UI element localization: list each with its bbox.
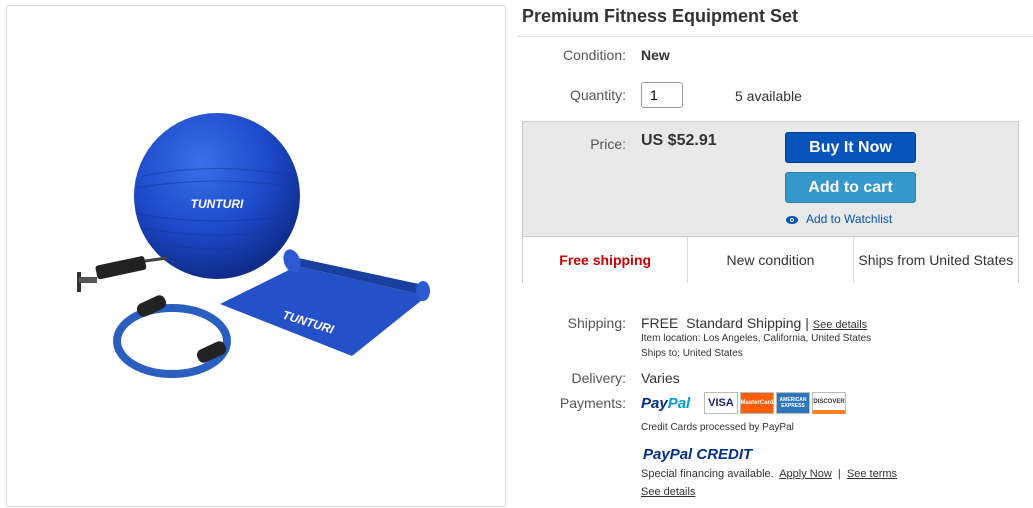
shipping-separator: | — [805, 315, 809, 331]
see-terms-link[interactable]: See terms — [847, 468, 897, 480]
amex-card-icon: AMERICAN EXPRESS — [776, 392, 810, 414]
shipping-free: FREE — [641, 315, 679, 331]
apply-now-link[interactable]: Apply Now — [779, 468, 832, 480]
paypal-credit-logo: PayPal CREDIT — [643, 446, 752, 463]
payments-label: Payments: — [559, 395, 626, 411]
highlights-bar: Free shipping New condition Ships from U… — [523, 236, 1018, 283]
ships-to: Ships to: United States — [641, 348, 743, 359]
card-logos: VISA MasterCard AMERICAN EXPRESS DISCOVE… — [704, 392, 846, 414]
buy-it-now-button[interactable]: Buy It Now — [785, 132, 916, 163]
quantity-available: 5 available — [735, 88, 802, 104]
paypal-credit-word: CREDIT — [696, 446, 753, 463]
highlight-ships-from: Ships from United States — [858, 252, 1014, 268]
price-label: Price: — [590, 136, 626, 152]
title-divider — [518, 36, 1033, 37]
add-to-cart-button[interactable]: Add to cart — [785, 172, 916, 203]
product-image-panel[interactable]: TUNTURI TUNTURI — [6, 5, 506, 507]
credit-cards-note: Credit Cards processed by PayPal — [641, 422, 794, 433]
financing-line: Special financing available. Apply Now |… — [641, 468, 897, 480]
ball-brand-text: TUNTURI — [191, 197, 244, 211]
pilates-ring — [113, 295, 231, 378]
shipping-see-details-link[interactable]: See details — [813, 319, 867, 331]
condition-value: New — [641, 47, 670, 63]
add-to-watchlist-link[interactable]: Add to Watchlist — [786, 212, 892, 227]
highlight-new-condition: New condition — [688, 237, 854, 283]
quantity-label: Quantity: — [569, 87, 626, 103]
payments-see-details-link[interactable]: See details — [641, 486, 695, 498]
paypal-credit-pay: PayPal — [643, 446, 693, 463]
financing-separator: | — [837, 468, 841, 480]
highlight-free-shipping: Free shipping — [523, 237, 689, 283]
shipping-label: Shipping: — [567, 315, 626, 331]
hand-pump — [77, 256, 168, 292]
eye-icon — [786, 213, 800, 227]
product-title: Premium Fitness Equipment Set — [522, 6, 799, 26]
visa-card-icon: VISA — [704, 392, 738, 414]
paypal-logo: PayPal — [641, 395, 690, 412]
quantity-input[interactable] — [641, 82, 683, 108]
financing-text: Special financing available. — [641, 468, 774, 480]
paypal-pal: Pal — [667, 395, 691, 412]
product-image: TUNTURI TUNTURI — [77, 113, 430, 378]
paypal-pay: Pay — [641, 395, 668, 412]
watchlist-label: Add to Watchlist — [806, 212, 893, 226]
shipping-method: Standard Shipping — [686, 315, 802, 331]
exercise-ball — [134, 113, 300, 279]
item-location: Item location: Los Angeles, California, … — [641, 333, 872, 344]
price-value: US $52.91 — [641, 132, 717, 149]
payments-see-details: See details — [641, 486, 695, 498]
discover-card-icon: DISCOVER — [812, 392, 846, 414]
delivery-label: Delivery: — [571, 370, 626, 386]
delivery-value: Varies — [641, 370, 680, 386]
condition-label: Condition: — [562, 47, 626, 63]
shipping-line: FREE Standard Shipping | See details — [641, 315, 867, 331]
mastercard-card-icon: MasterCard — [740, 392, 774, 414]
